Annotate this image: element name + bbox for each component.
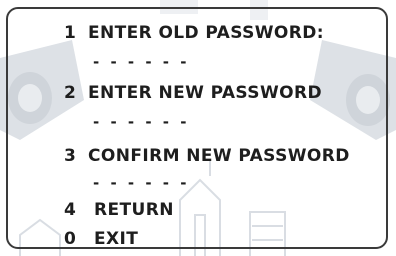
menu-item-label: EXIT [94, 229, 139, 249]
new-password-field[interactable]: - - - - - - [93, 114, 189, 130]
menu-item-number: 1 [64, 23, 77, 43]
menu-item-label: RETURN [94, 200, 174, 220]
menu-item-enter-old-password[interactable]: 1 ENTER OLD PASSWORD: [64, 23, 324, 43]
menu-item-number: 0 [64, 229, 77, 249]
menu-item-label: ENTER NEW PASSWORD [88, 83, 322, 103]
confirm-password-field[interactable]: - - - - - - [93, 175, 189, 191]
menu-item-return[interactable]: 4 RETURN [64, 200, 174, 220]
menu-item-confirm-new-password[interactable]: 3 CONFIRM NEW PASSWORD [64, 146, 350, 166]
menu-item-label: CONFIRM NEW PASSWORD [88, 146, 350, 166]
menu-item-label: ENTER OLD PASSWORD: [88, 23, 324, 43]
menu-item-number: 4 [64, 200, 77, 220]
old-password-field[interactable]: - - - - - - [93, 54, 189, 70]
menu-item-exit[interactable]: 0 EXIT [64, 229, 138, 249]
menu-item-enter-new-password[interactable]: 2 ENTER NEW PASSWORD [64, 83, 322, 103]
menu-item-number: 3 [64, 146, 77, 166]
menu-item-number: 2 [64, 83, 77, 103]
